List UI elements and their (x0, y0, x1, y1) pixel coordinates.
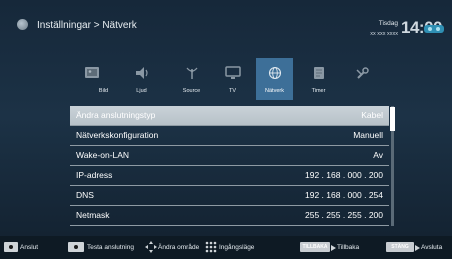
setting-value: Manuell (353, 130, 383, 140)
tab-label: Bild (98, 88, 109, 94)
setting-label: DNS (76, 190, 94, 200)
speaker-icon (135, 67, 148, 79)
picture-icon (84, 67, 99, 78)
direction-pad-icon (145, 241, 157, 253)
setting-label: Ändra anslutningstyp (76, 110, 156, 120)
arrows-button-icon (68, 242, 84, 252)
input-mode-grid-icon (205, 241, 217, 253)
tab-timer[interactable]: Timer (300, 58, 337, 100)
tv-settings-screen: Inställningar > Nätverk Tisdag xx xxx xx… (0, 0, 452, 259)
setting-label: Wake-on-LAN (76, 150, 130, 160)
setting-value: 255 . 255 . 255 . 200 (305, 210, 383, 220)
hint-input-mode: Ingångsläge (219, 244, 255, 251)
tv-icon (224, 66, 241, 79)
header: Inställningar > Nätverk Tisdag xx xxx xx… (0, 0, 452, 50)
breadcrumb: Inställningar > Nätverk (37, 20, 137, 31)
hint-connect: Anslut (20, 244, 39, 251)
setting-row-ip-address[interactable]: IP-adress 192 . 168 . 000 . 200 (70, 166, 389, 186)
close-key-tag: STÄNG (386, 242, 414, 252)
setting-label: IP-adress (76, 170, 113, 180)
network-globe-icon (268, 66, 281, 80)
ok-button-icon (4, 242, 18, 252)
back-key-tag: TILLBAKA (300, 242, 330, 252)
tab-bild[interactable]: Bild (73, 58, 110, 100)
weekday: Tisdag (378, 20, 398, 27)
setting-value: Av (373, 150, 383, 160)
hint-test-connection: Testa anslutning (87, 244, 134, 251)
setting-row-dns[interactable]: DNS 192 . 168 . 000 . 254 (70, 186, 389, 206)
setting-value: Kabel (361, 110, 383, 120)
tab-label: Nätverk (265, 88, 284, 94)
tools-icon (355, 67, 369, 79)
date: xx xxx xxxx (370, 31, 398, 37)
hint-back: Tillbaka (337, 244, 360, 251)
hint-exit: Avsluta (421, 244, 443, 251)
tab-tools[interactable] (343, 58, 380, 100)
footer-hint-bar: Anslut Testa anslutning Ändra område Ing… (0, 236, 452, 259)
setting-row-wake-on-lan[interactable]: Wake-on-LAN Av (70, 146, 389, 166)
setting-value: 192 . 168 . 000 . 254 (305, 190, 383, 200)
hint-change-area: Ändra område (158, 244, 200, 251)
tab-tv[interactable]: TV (214, 58, 251, 100)
source-antenna-icon (186, 67, 197, 79)
tab-label: Ljud (136, 88, 147, 94)
tab-label: Source (182, 88, 201, 94)
tab-label: Timer (311, 88, 326, 94)
arrow-right-icon (415, 245, 420, 251)
setting-label: Nätverkskonfiguration (76, 130, 159, 140)
tab-label: TV (228, 88, 237, 94)
scrollbar-thumb[interactable] (390, 107, 395, 131)
setting-row-connection-type[interactable]: Ändra anslutningstyp Kabel (70, 106, 389, 126)
tab-ljud[interactable]: Ljud (123, 58, 160, 100)
setting-label: Netmask (76, 210, 110, 220)
setting-value: 192 . 168 . 000 . 200 (305, 170, 383, 180)
setting-row-network-config[interactable]: Nätverkskonfiguration Manuell (70, 126, 389, 146)
arrow-right-icon (331, 245, 336, 251)
menu-logo-icon (17, 19, 28, 30)
tab-source[interactable]: Source (173, 58, 210, 100)
timer-icon (313, 67, 324, 79)
tab-natverk[interactable]: Nätverk (256, 58, 293, 100)
connection-status-icon (424, 25, 444, 33)
category-bar: Bild Ljud Source TV Nätverk Timer (73, 58, 391, 100)
setting-row-netmask[interactable]: Netmask 255 . 255 . 255 . 200 (70, 206, 389, 226)
